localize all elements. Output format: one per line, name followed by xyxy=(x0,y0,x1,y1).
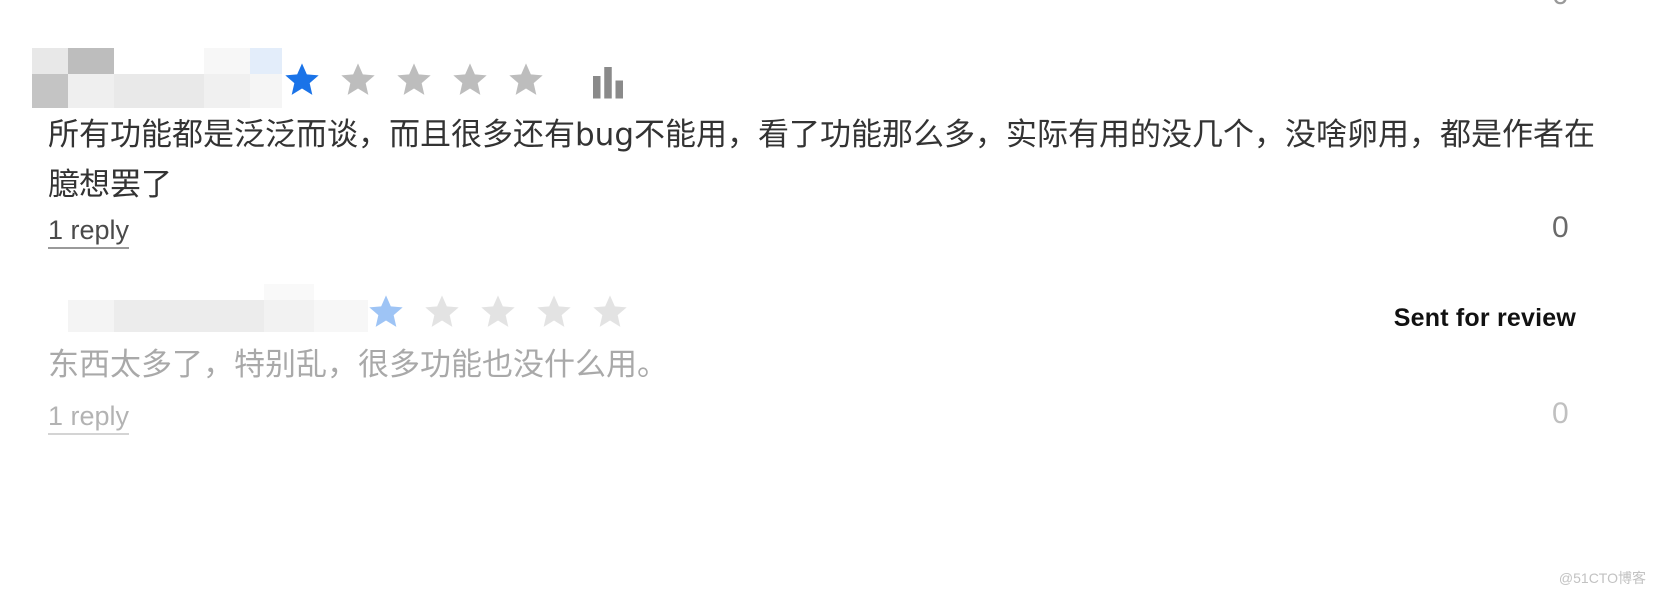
reviewer-avatar-redacted xyxy=(68,284,368,332)
watermark: @51CTO博客 xyxy=(1558,570,1646,586)
review-text: 东西太多了，特别乱，很多功能也没什么用。 xyxy=(48,347,668,383)
reviews-panel: 0 所有功能都是泛泛而谈，而且很多还有bug不能用，看了功能那么多，实际有用的没… xyxy=(0,0,1658,592)
star-icon xyxy=(414,284,470,340)
star-icon xyxy=(526,284,582,340)
star-icon xyxy=(274,52,330,108)
reply-link[interactable]: 1 reply xyxy=(48,214,130,249)
star-icon xyxy=(358,284,414,340)
previous-review-vote-count: 0 xyxy=(1552,0,1569,12)
reply-link[interactable]: 1 reply xyxy=(48,400,130,435)
vote-count: 0 xyxy=(1552,397,1569,430)
reviewer-avatar-redacted xyxy=(32,48,282,108)
star-icon xyxy=(442,52,498,108)
vote-count: 0 xyxy=(1552,211,1569,244)
bar-chart-icon[interactable] xyxy=(590,64,626,100)
star-icon xyxy=(582,284,638,340)
review-text: 所有功能都是泛泛而谈，而且很多还有bug不能用，看了功能那么多，实际有用的没几个… xyxy=(48,117,1595,203)
star-icon xyxy=(330,52,386,108)
star-rating xyxy=(274,52,554,108)
review-status-label: Sent for review xyxy=(1393,304,1576,332)
star-icon xyxy=(386,52,442,108)
star-icon xyxy=(498,52,554,108)
star-icon xyxy=(470,284,526,340)
star-rating xyxy=(358,284,638,340)
